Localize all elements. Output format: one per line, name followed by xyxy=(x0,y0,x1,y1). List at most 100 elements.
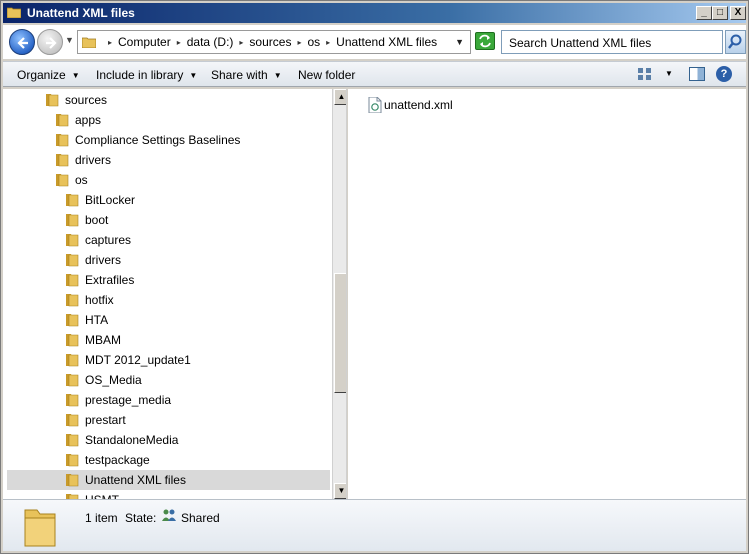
folder-icon xyxy=(66,294,79,307)
breadcrumb-sources[interactable]: sources xyxy=(249,35,291,49)
tree-item-label: drivers xyxy=(75,153,112,167)
tree-item[interactable]: USMT xyxy=(65,490,119,499)
breadcrumb-separator[interactable]: ▸ xyxy=(177,38,181,47)
breadcrumb-separator[interactable]: ▸ xyxy=(239,38,243,47)
folder-icon xyxy=(66,274,79,287)
details-pane: 1 item State: Shared xyxy=(3,499,746,551)
breadcrumb-separator[interactable]: ▸ xyxy=(108,38,112,47)
scroll-thumb[interactable] xyxy=(334,273,346,393)
address-bar[interactable]: ▸ Computer ▸ data (D:) ▸ sources ▸ os ▸ … xyxy=(77,30,471,54)
include-in-library-label: Include in library xyxy=(96,68,184,82)
folder-icon xyxy=(66,234,79,247)
breadcrumb-data-drive[interactable]: data (D:) xyxy=(187,35,234,49)
folder-icon xyxy=(66,334,79,347)
forward-button[interactable] xyxy=(37,29,63,55)
tree-item[interactable]: os xyxy=(55,170,88,190)
chevron-down-icon: ▼ xyxy=(71,71,80,80)
views-dropdown[interactable]: ▼ xyxy=(665,69,673,78)
new-folder-button[interactable]: New folder xyxy=(298,68,355,82)
tree-item[interactable]: prestage_media xyxy=(65,390,171,410)
navigation-pane[interactable]: sources apps Compliance Settings Baselines… xyxy=(3,89,347,499)
breadcrumb-os[interactable]: os xyxy=(307,35,320,49)
tree-item[interactable]: drivers xyxy=(65,250,121,270)
close-button[interactable]: X xyxy=(730,6,746,20)
search-icon xyxy=(728,34,742,49)
address-dropdown[interactable]: ▼ xyxy=(455,37,464,47)
tree-item-label: StandaloneMedia xyxy=(85,433,179,447)
folder-icon xyxy=(46,94,59,107)
file-list[interactable]: unattend.xml xyxy=(348,89,746,499)
search-input[interactable]: Search Unattend XML files xyxy=(501,30,723,54)
folder-icon xyxy=(66,374,79,387)
breadcrumb-current[interactable]: Unattend XML files xyxy=(336,35,437,49)
tree-item[interactable]: drivers xyxy=(55,150,111,170)
help-icon[interactable]: ? xyxy=(716,66,732,82)
folder-icon xyxy=(24,509,56,547)
folder-icon xyxy=(66,434,79,447)
include-in-library-button[interactable]: Include in library ▼ xyxy=(96,68,197,82)
tree-item[interactable]: BitLocker xyxy=(65,190,135,210)
organize-button[interactable]: Organize ▼ xyxy=(17,68,80,82)
maximize-button[interactable]: □ xyxy=(712,6,728,20)
folder-icon xyxy=(66,474,79,487)
tree-item[interactable]: prestart xyxy=(65,410,126,430)
search-button[interactable] xyxy=(725,30,746,54)
tree-item[interactable]: MDT 2012_update1 xyxy=(65,350,191,370)
tree-item-label: apps xyxy=(75,113,102,127)
tree-item-label: Compliance Settings Baselines xyxy=(75,133,241,147)
back-button[interactable] xyxy=(9,29,35,55)
back-arrow-icon xyxy=(17,37,28,49)
refresh-button[interactable] xyxy=(475,32,495,50)
tree-item-label: Extrafiles xyxy=(85,273,135,287)
folder-icon xyxy=(66,414,79,427)
tree-item[interactable]: Compliance Settings Baselines xyxy=(55,130,240,150)
chevron-down-icon: ▼ xyxy=(189,71,198,80)
minimize-button[interactable]: _ xyxy=(696,6,712,20)
recent-pages-dropdown[interactable]: ▼ xyxy=(65,35,75,47)
file-item[interactable]: unattend.xml xyxy=(368,97,453,113)
file-name: unattend.xml xyxy=(384,98,453,112)
tree-item[interactable]: Unattend XML files xyxy=(7,470,330,490)
tree-item-label: prestage_media xyxy=(85,393,172,407)
scroll-up-button[interactable]: ▲ xyxy=(334,89,346,105)
tree-item[interactable]: StandaloneMedia xyxy=(65,430,178,450)
breadcrumb-separator[interactable]: ▸ xyxy=(326,38,330,47)
state-value: Shared xyxy=(181,511,220,525)
folder-icon xyxy=(56,174,69,187)
tree-item-label: os xyxy=(75,173,88,187)
scroll-down-button[interactable]: ▼ xyxy=(334,483,346,499)
tree-item-label: MDT 2012_update1 xyxy=(85,353,191,367)
breadcrumb-separator[interactable]: ▸ xyxy=(297,38,301,47)
tree-item-label: testpackage xyxy=(85,453,150,467)
share-with-button[interactable]: Share with ▼ xyxy=(211,68,282,82)
tree-item[interactable]: OS_Media xyxy=(65,370,142,390)
tree-item-label: boot xyxy=(85,213,109,227)
tree-item[interactable]: hotfix xyxy=(65,290,114,310)
xml-file-icon xyxy=(368,97,382,113)
title-bar[interactable]: Unattend XML files _ □ X xyxy=(3,3,746,23)
breadcrumb-computer[interactable]: Computer xyxy=(118,35,171,49)
navigation-scrollbar[interactable]: ▲ ▼ xyxy=(332,89,346,499)
tree-item[interactable]: testpackage xyxy=(65,450,150,470)
tree-item[interactable]: MBAM xyxy=(65,330,121,350)
tree-item[interactable]: sources xyxy=(45,90,107,110)
tree-item-label: MBAM xyxy=(85,333,121,347)
folder-icon xyxy=(82,37,96,48)
item-count: 1 item xyxy=(85,511,118,525)
tree-item-label: hotfix xyxy=(85,293,114,307)
tree-item[interactable]: HTA xyxy=(65,310,108,330)
search-placeholder: Search Unattend XML files xyxy=(509,36,652,50)
tree-item[interactable]: apps xyxy=(55,110,101,130)
tree-item[interactable]: captures xyxy=(65,230,131,250)
folder-icon xyxy=(56,134,69,147)
folder-icon xyxy=(66,214,79,227)
window-title: Unattend XML files xyxy=(27,6,135,20)
tree-item-label: prestart xyxy=(85,413,126,427)
tree-item[interactable]: boot xyxy=(65,210,108,230)
address-row: ▼ ▸ Computer ▸ data (D:) ▸ sources ▸ os … xyxy=(3,25,746,59)
folder-icon xyxy=(66,194,79,207)
preview-pane-icon[interactable] xyxy=(689,67,705,81)
views-icon[interactable] xyxy=(637,67,653,81)
command-bar: Organize ▼ Include in library ▼ Share with… xyxy=(3,61,746,87)
tree-item[interactable]: Extrafiles xyxy=(65,270,134,290)
